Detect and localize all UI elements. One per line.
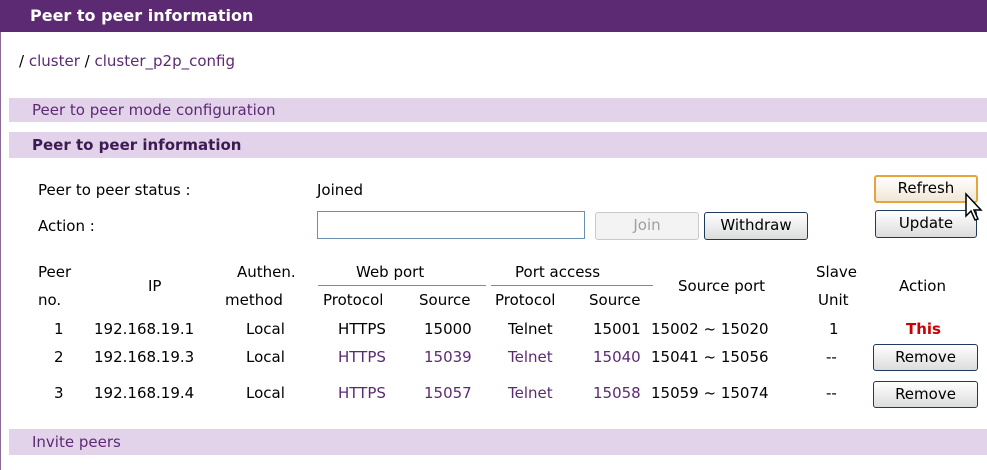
row1-auth: Local <box>246 320 285 338</box>
port-access-underline <box>491 285 653 286</box>
breadcrumb: / cluster / cluster_p2p_config <box>0 32 987 77</box>
section-mode-configuration[interactable]: Peer to peer mode configuration <box>9 98 987 122</box>
row2-web-protocol-link[interactable]: HTTPS <box>338 348 386 366</box>
header-peer-no-line2: no. <box>38 291 62 309</box>
header-web-source: Source <box>419 291 471 309</box>
join-button[interactable]: Join <box>595 212 699 240</box>
header-web-protocol: Protocol <box>323 291 384 309</box>
refresh-button[interactable]: Refresh <box>874 175 978 203</box>
row1-ip: 192.168.19.1 <box>94 320 195 338</box>
header-auth-line2: method <box>225 291 283 309</box>
row1-source-port: 15002 ~ 15020 <box>651 320 769 338</box>
header-source-port: Source port <box>678 277 766 295</box>
row1-web-protocol: HTTPS <box>338 320 386 338</box>
action-input[interactable] <box>317 211 585 239</box>
web-port-underline <box>318 285 486 286</box>
row3-auth: Local <box>246 384 285 402</box>
frame-border <box>0 77 1 470</box>
row3-slave: -- <box>826 384 837 402</box>
section-invite-peers[interactable]: Invite peers <box>9 429 987 455</box>
row3-ip: 192.168.19.4 <box>94 384 195 402</box>
row2-access-protocol-link[interactable]: Telnet <box>508 348 553 366</box>
row3-access-protocol-link[interactable]: Telnet <box>508 384 553 402</box>
row2-slave: -- <box>826 348 837 366</box>
status-label: Peer to peer status : <box>38 181 191 199</box>
row1-slave: 1 <box>829 320 839 338</box>
row2-access-source-link[interactable]: 15040 <box>593 348 641 366</box>
header-access-protocol: Protocol <box>495 291 556 309</box>
row2-peer-no: 2 <box>54 348 64 366</box>
section-peer-info-header: Peer to peer information <box>9 132 987 158</box>
row1-peer-no: 1 <box>54 320 64 338</box>
breadcrumb-separator: / <box>84 52 90 70</box>
breadcrumb-link-p2p-config[interactable]: cluster_p2p_config <box>94 52 235 70</box>
header-action: Action <box>899 277 946 295</box>
row1-access-source: 15001 <box>593 320 641 338</box>
breadcrumb-separator: / <box>19 52 25 70</box>
header-slave-line1: Slave <box>816 263 857 281</box>
row1-web-source: 15000 <box>424 320 472 338</box>
row3-source-port: 15059 ~ 15074 <box>651 384 769 402</box>
row2-ip: 192.168.19.3 <box>94 348 195 366</box>
row3-remove-button[interactable]: Remove <box>873 381 978 408</box>
row3-access-source-link[interactable]: 15058 <box>593 384 641 402</box>
header-peer-no-line1: Peer <box>38 263 72 281</box>
row2-web-source-link[interactable]: 15039 <box>424 348 472 366</box>
row3-web-protocol-link[interactable]: HTTPS <box>338 384 386 402</box>
row1-action-this: This <box>906 320 941 338</box>
header-access-source: Source <box>589 291 641 309</box>
mouse-pointer-icon <box>965 192 983 221</box>
withdraw-button[interactable]: Withdraw <box>704 212 808 240</box>
status-value: Joined <box>317 181 364 199</box>
page-title: Peer to peer information <box>0 0 987 32</box>
breadcrumb-link-cluster[interactable]: cluster <box>29 52 80 70</box>
update-button[interactable]: Update <box>875 210 977 238</box>
header-slave-line2: Unit <box>818 291 849 309</box>
row2-auth: Local <box>246 348 285 366</box>
header-web-port: Web port <box>356 263 425 281</box>
header-auth-line1: Authen. <box>237 263 296 281</box>
header-port-access: Port access <box>515 263 601 281</box>
row2-source-port: 15041 ~ 15056 <box>651 348 769 366</box>
row3-peer-no: 3 <box>54 384 64 402</box>
row2-remove-button[interactable]: Remove <box>873 344 978 371</box>
row1-access-protocol: Telnet <box>508 320 553 338</box>
row3-web-source-link[interactable]: 15057 <box>424 384 472 402</box>
header-ip: IP <box>148 277 162 295</box>
action-label: Action : <box>38 217 95 235</box>
